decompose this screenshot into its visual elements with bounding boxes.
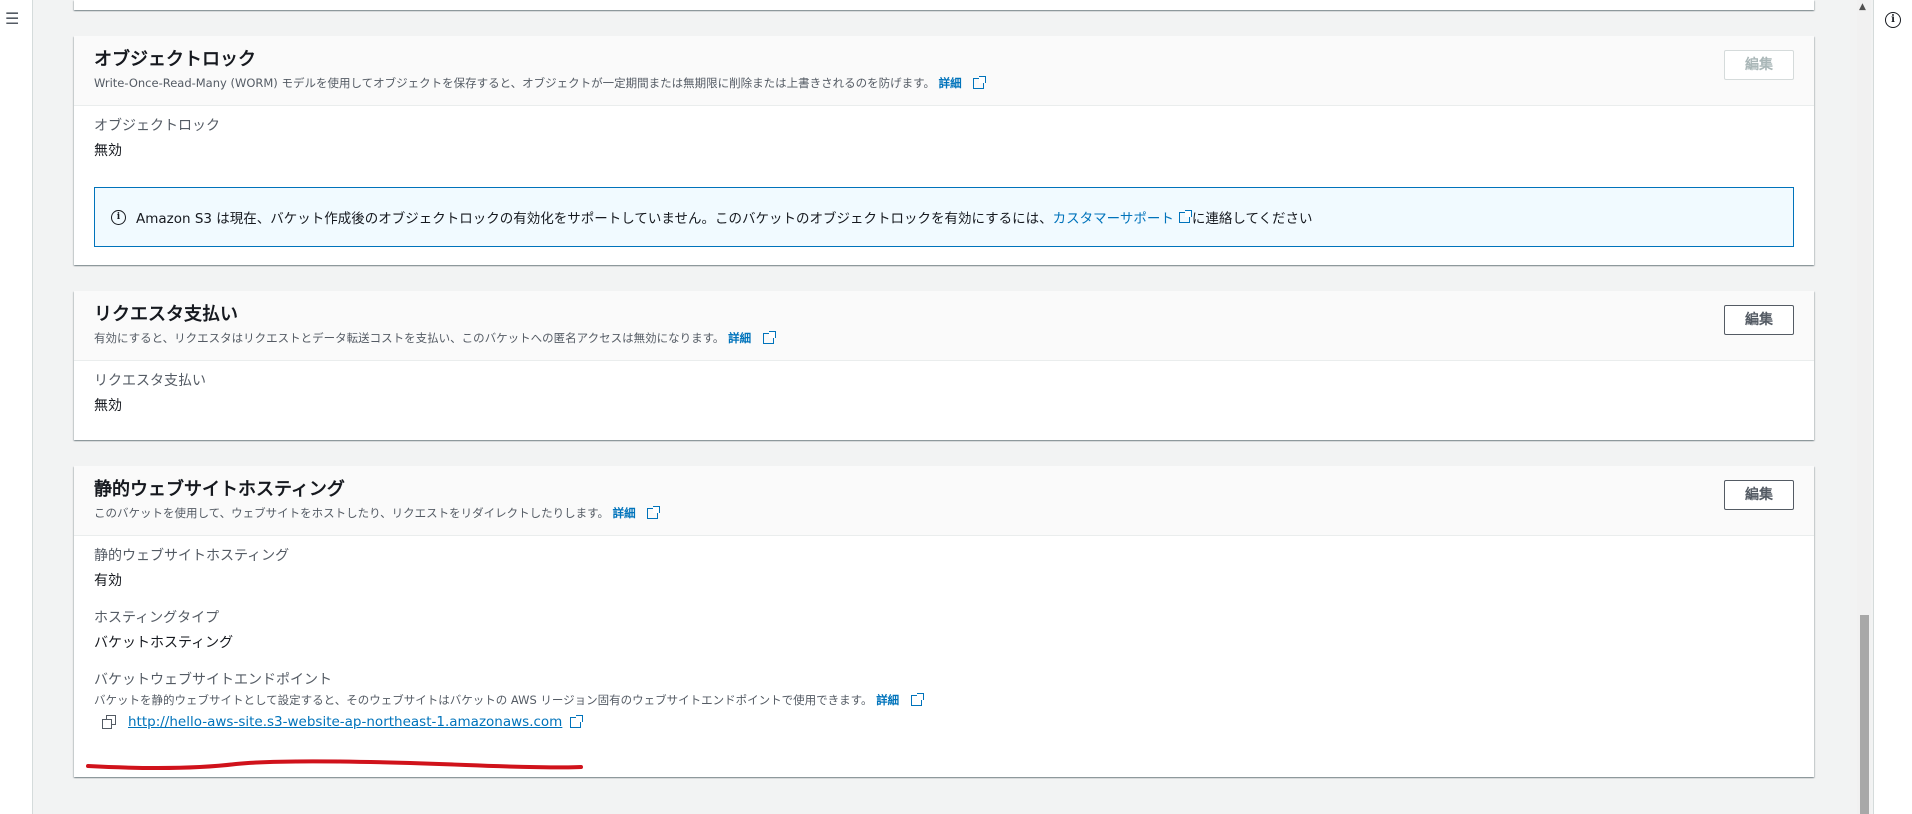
- endpoint-url-link[interactable]: http://hello-aws-site.s3-website-ap-nort…: [128, 714, 562, 730]
- static-hosting-edit-button[interactable]: 編集: [1724, 480, 1794, 510]
- requester-pays-info-link[interactable]: 詳細: [728, 331, 751, 345]
- endpoint-description-text: バケットを静的ウェブサイトとして設定すると、そのウェブサイトはバケットの AWS…: [94, 693, 873, 707]
- requester-pays-field-value: 無効: [94, 398, 122, 414]
- object-lock-field-value: 無効: [94, 143, 122, 159]
- endpoint-label: バケットウェブサイトエンドポイント: [94, 672, 332, 688]
- endpoint-description: バケットを静的ウェブサイトとして設定すると、そのウェブサイトはバケットの AWS…: [94, 692, 1794, 708]
- hosting-status-label: 静的ウェブサイトホスティング: [94, 548, 290, 564]
- object-lock-edit-button[interactable]: 編集: [1724, 50, 1794, 80]
- info-icon[interactable]: i: [1885, 12, 1901, 28]
- customer-support-link[interactable]: カスタマーサポート: [1053, 207, 1174, 227]
- requester-pays-description-text: 有効にすると、リクエスタはリクエストとデータ転送コストを支払い、このバケットへの…: [94, 331, 725, 345]
- endpoint-info-link[interactable]: 詳細: [876, 693, 899, 707]
- left-nav-rail: ☰: [0, 0, 33, 814]
- requester-pays-panel: リクエスタ支払い 有効にすると、リクエスタはリクエストとデータ転送コストを支払い…: [74, 291, 1814, 440]
- requester-pays-field-label: リクエスタ支払い: [94, 373, 206, 389]
- static-hosting-description-text: このバケットを使用して、ウェブサイトをホストしたり、リクエストをリダイレクトした…: [94, 506, 609, 520]
- object-lock-title: オブジェクトロック: [94, 49, 256, 70]
- alert-text-before: Amazon S3 は現在、バケット作成後のオブジェクトロックの有効化をサポート…: [136, 211, 1053, 227]
- static-hosting-info-link[interactable]: 詳細: [613, 506, 636, 520]
- object-lock-field-label: オブジェクトロック: [94, 118, 220, 134]
- external-link-icon[interactable]: [762, 331, 776, 344]
- external-link-icon[interactable]: [1178, 209, 1192, 223]
- scroll-up-arrow-icon[interactable]: ▲: [1859, 2, 1866, 12]
- requester-pays-description: 有効にすると、リクエスタはリクエストとデータ転送コストを支払い、このバケットへの…: [94, 329, 1794, 347]
- requester-pays-edit-button[interactable]: 編集: [1724, 305, 1794, 335]
- requester-pays-title: リクエスタ支払い: [94, 304, 238, 325]
- external-link-icon[interactable]: [570, 714, 584, 728]
- object-lock-description-text: Write-Once-Read-Many (WORM) モデルを使用してオブジェ…: [94, 76, 935, 90]
- hosting-type-value: バケットホスティング: [94, 635, 234, 651]
- copy-icon[interactable]: [102, 715, 116, 729]
- object-lock-header: オブジェクトロック Write-Once-Read-Many (WORM) モデ…: [74, 36, 1814, 106]
- static-hosting-description: このバケットを使用して、ウェブサイトをホストしたり、リクエストをリダイレクトした…: [94, 504, 1794, 522]
- object-lock-description: Write-Once-Read-Many (WORM) モデルを使用してオブジェ…: [94, 74, 1794, 92]
- object-lock-info-alert: i Amazon S3 は現在、バケット作成後のオブジェクトロックの有効化をサポ…: [94, 187, 1794, 247]
- hosting-status-value: 有効: [94, 573, 122, 589]
- endpoint-row: http://hello-aws-site.s3-website-ap-nort…: [94, 714, 1794, 730]
- object-lock-panel: オブジェクトロック Write-Once-Read-Many (WORM) モデ…: [74, 36, 1814, 265]
- red-annotation-underline: [86, 759, 583, 770]
- static-hosting-panel: 静的ウェブサイトホスティング このバケットを使用して、ウェブサイトをホストしたり…: [74, 466, 1814, 777]
- info-icon: i: [111, 209, 126, 225]
- hamburger-icon[interactable]: ☰: [5, 11, 19, 27]
- external-link-icon[interactable]: [910, 693, 924, 706]
- right-tools-rail: i: [1873, 0, 1912, 814]
- static-hosting-header: 静的ウェブサイトホスティング このバケットを使用して、ウェブサイトをホストしたり…: [74, 466, 1814, 536]
- requester-pays-header: リクエスタ支払い 有効にすると、リクエスタはリクエストとデータ転送コストを支払い…: [74, 291, 1814, 361]
- hosting-type-label: ホスティングタイプ: [94, 610, 220, 626]
- object-lock-info-link[interactable]: 詳細: [939, 76, 962, 90]
- previous-panel-edge: [74, 0, 1814, 10]
- external-link-icon[interactable]: [973, 76, 987, 89]
- scrollbar-thumb[interactable]: [1860, 615, 1869, 814]
- alert-text-after: に連絡してください: [1191, 211, 1313, 227]
- static-hosting-title: 静的ウェブサイトホスティング: [94, 479, 345, 500]
- external-link-icon[interactable]: [647, 506, 661, 519]
